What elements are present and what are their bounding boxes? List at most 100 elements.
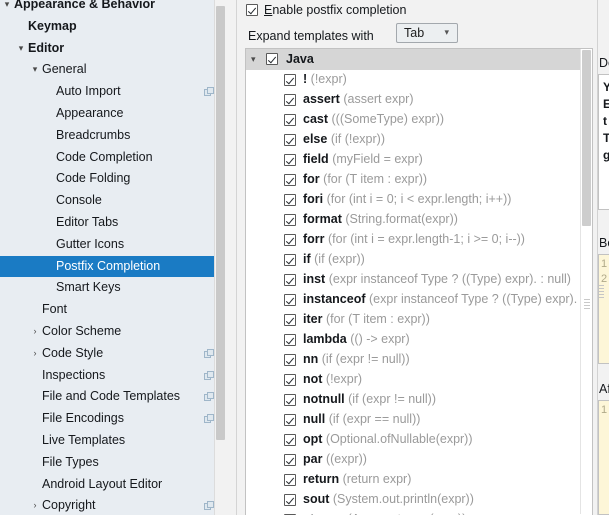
template-row[interactable]: not (!expr)	[246, 370, 592, 390]
template-checkbox[interactable]	[284, 294, 296, 306]
template-checkbox[interactable]	[284, 214, 296, 226]
template-checkbox[interactable]	[284, 394, 296, 406]
sidebar-scrollbar-thumb[interactable]	[216, 6, 225, 440]
template-checkbox[interactable]	[284, 374, 296, 386]
template-row[interactable]: iter (for (T item : expr))	[246, 310, 592, 330]
template-row[interactable]: cast (((SomeType) expr))	[246, 110, 592, 130]
template-checkbox[interactable]	[284, 454, 296, 466]
template-checkbox[interactable]	[284, 134, 296, 146]
template-checkbox[interactable]	[284, 194, 296, 206]
template-checkbox[interactable]	[284, 154, 296, 166]
template-row[interactable]: fori (for (int i = 0; i < expr.length; i…	[246, 190, 592, 210]
tree-root-java[interactable]: ▾ Java	[246, 49, 592, 70]
template-row[interactable]: assert (assert expr)	[246, 90, 592, 110]
after-code-editor[interactable]: 1	[598, 400, 609, 515]
java-group-checkbox[interactable]	[266, 53, 278, 65]
template-checkbox[interactable]	[284, 354, 296, 366]
copy-settings-icon[interactable]	[204, 348, 214, 359]
template-row[interactable]: return (return expr)	[246, 470, 592, 490]
sidebar-item-smart-keys[interactable]: Smart Keys	[0, 277, 226, 299]
template-row[interactable]: format (String.format(expr))	[246, 210, 592, 230]
sidebar-item-inspections[interactable]: Inspections	[0, 365, 226, 387]
sidebar-item-breadcrumbs[interactable]: Breadcrumbs	[0, 125, 226, 147]
template-row[interactable]: forr (for (int i = expr.length-1; i >= 0…	[246, 230, 592, 250]
copy-settings-icon[interactable]	[204, 87, 214, 97]
chevron-down-icon[interactable]: ▾	[29, 59, 41, 81]
template-checkbox[interactable]	[284, 274, 296, 286]
after-section-label: Af	[599, 382, 609, 396]
template-row[interactable]: notnull (if (expr != null))	[246, 390, 592, 410]
sidebar-item-console[interactable]: Console	[0, 190, 226, 212]
copy-settings-icon[interactable]	[204, 370, 214, 381]
template-row[interactable]: null (if (expr == null))	[246, 410, 592, 430]
template-checkbox[interactable]	[284, 414, 296, 426]
template-row[interactable]: sout (System.out.println(expr))	[246, 490, 592, 510]
chevron-down-icon[interactable]: ▾	[251, 54, 256, 65]
sidebar-item-general[interactable]: ▾ General	[0, 59, 226, 81]
sidebar-item-file-encodings[interactable]: File Encodings	[0, 408, 226, 430]
sidebar-item-code-folding[interactable]: Code Folding	[0, 168, 226, 190]
template-row[interactable]: ! (!expr)	[246, 70, 592, 90]
sidebar-item-file-and-code-templates[interactable]: File and Code Templates	[0, 386, 226, 408]
templates-list-scrollbar[interactable]	[580, 49, 592, 514]
template-checkbox[interactable]	[284, 234, 296, 246]
before-code-editor[interactable]: 1 2	[598, 254, 609, 364]
sidebar-item-color-scheme[interactable]: › Color Scheme	[0, 321, 226, 343]
sidebar-item-editor-tabs[interactable]: Editor Tabs	[0, 212, 226, 234]
copy-settings-icon[interactable]	[204, 392, 214, 402]
template-row[interactable]: for (for (T item : expr))	[246, 170, 592, 190]
template-row[interactable]: else (if (!expr))	[246, 130, 592, 150]
chevron-right-icon[interactable]: ›	[29, 495, 41, 515]
expand-templates-combobox[interactable]: Tab ▾	[396, 23, 458, 43]
template-checkbox[interactable]	[284, 334, 296, 346]
chevron-down-icon[interactable]: ▾	[15, 38, 27, 60]
template-checkbox[interactable]	[284, 174, 296, 186]
template-checkbox[interactable]	[284, 434, 296, 446]
template-text: opt (Optional.ofNullable(expr))	[303, 432, 473, 446]
sidebar-item-appearance-behavior[interactable]: ▾ Appearance & Behavior	[0, 0, 226, 16]
chevron-right-icon[interactable]: ›	[29, 343, 41, 365]
sidebar-item-font[interactable]: Font	[0, 299, 226, 321]
template-checkbox[interactable]	[284, 474, 296, 486]
template-row[interactable]: par ((expr))	[246, 450, 592, 470]
template-checkbox[interactable]	[284, 494, 296, 506]
sidebar-item-appearance[interactable]: Appearance	[0, 103, 226, 125]
template-text: nn (if (expr != null))	[303, 352, 410, 366]
sidebar-item-auto-import[interactable]: Auto Import	[0, 81, 226, 103]
template-row[interactable]: if (if (expr))	[246, 250, 592, 270]
sidebar-item-postfix-completion[interactable]: Postfix Completion	[0, 255, 226, 278]
template-row[interactable]: lambda (() -> expr)	[246, 330, 592, 350]
sidebar-item-code-style[interactable]: › Code Style	[0, 343, 226, 365]
before-resize-grip[interactable]	[599, 285, 604, 301]
copy-settings-icon[interactable]	[204, 414, 214, 424]
templates-list-scrollbar-thumb[interactable]	[582, 50, 591, 226]
sidebar-scrollbar[interactable]	[214, 0, 226, 515]
enable-postfix-completion-row[interactable]: Enable postfix completion	[246, 3, 406, 17]
chevron-down-icon[interactable]: ▾	[1, 0, 13, 16]
postfix-templates-list[interactable]: ▾ Java ! (!expr) assert (assert expr) cast…	[245, 48, 593, 515]
sidebar-item-android-layout-editor[interactable]: Android Layout Editor	[0, 474, 226, 496]
copy-settings-icon[interactable]	[204, 501, 214, 511]
sidebar-item-gutter-icons[interactable]: Gutter Icons	[0, 234, 226, 256]
templates-list-resize-grip[interactable]	[584, 299, 590, 313]
sidebar-item-editor[interactable]: ▾ Editor	[0, 38, 226, 60]
enable-postfix-completion-checkbox[interactable]	[246, 4, 258, 16]
template-row[interactable]: stream (Arrays.stream(expr))	[246, 510, 592, 515]
template-row[interactable]: inst (expr instanceof Type ? ((Type) exp…	[246, 270, 592, 290]
settings-category-tree[interactable]: ▾ Appearance & Behavior Keymap ▾ Editor ▾ Gene…	[0, 0, 226, 515]
chevron-right-icon[interactable]: ›	[29, 321, 41, 343]
template-checkbox[interactable]	[284, 114, 296, 126]
template-checkbox[interactable]	[284, 314, 296, 326]
sidebar-item-copyright[interactable]: › Copyright	[0, 495, 226, 515]
template-row[interactable]: nn (if (expr != null))	[246, 350, 592, 370]
sidebar-item-live-templates[interactable]: Live Templates	[0, 430, 226, 452]
template-row[interactable]: opt (Optional.ofNullable(expr))	[246, 430, 592, 450]
sidebar-item-file-types[interactable]: File Types	[0, 452, 226, 474]
template-checkbox[interactable]	[284, 254, 296, 266]
sidebar-item-keymap[interactable]: Keymap	[0, 16, 226, 38]
template-row[interactable]: field (myField = expr)	[246, 150, 592, 170]
sidebar-item-code-completion[interactable]: Code Completion	[0, 147, 226, 169]
template-checkbox[interactable]	[284, 94, 296, 106]
template-row[interactable]: instanceof (expr instanceof Type ? ((Typ…	[246, 290, 592, 310]
template-checkbox[interactable]	[284, 74, 296, 86]
